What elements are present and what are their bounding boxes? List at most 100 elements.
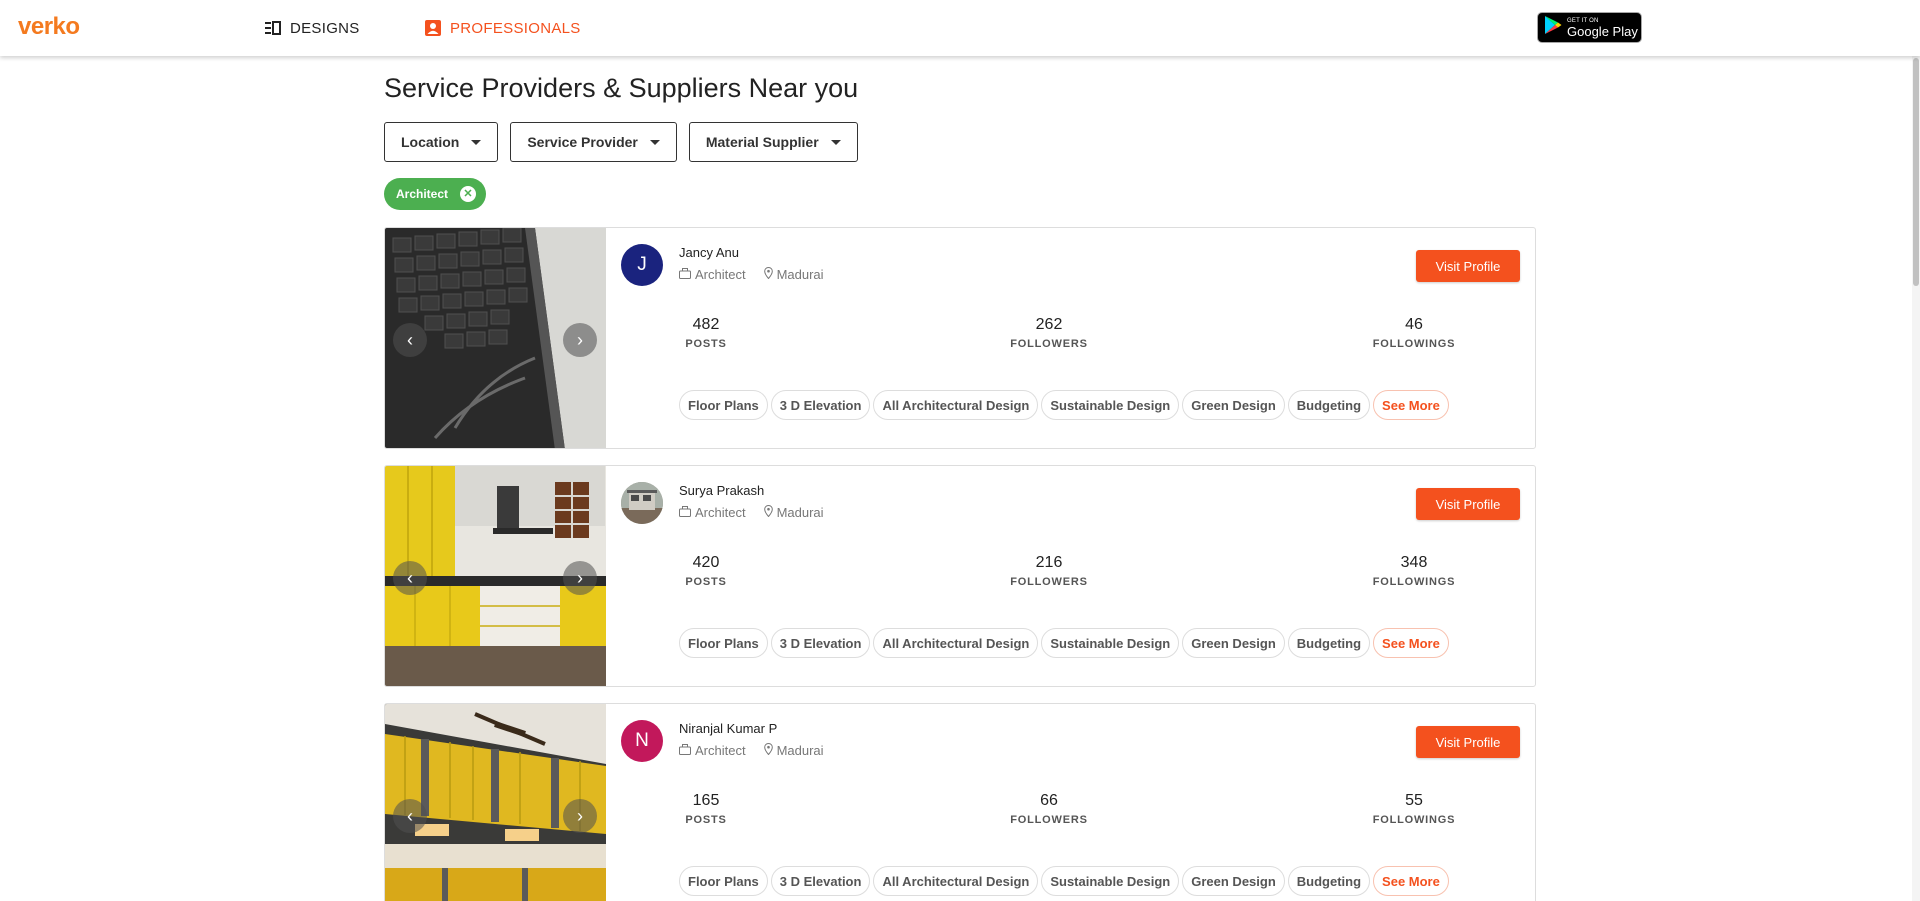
professionals-icon (424, 19, 442, 37)
professional-meta: Architect Madurai (679, 266, 824, 282)
carousel-next-button[interactable]: › (563, 799, 597, 833)
chevron-left-icon: ‹ (407, 567, 413, 588)
avatar[interactable] (621, 482, 663, 524)
followings-stat: 46 FOLLOWINGS (1354, 316, 1474, 350)
gplay-small-text: GET IT ON (1567, 17, 1599, 24)
professional-name: Jancy Anu (679, 245, 739, 260)
followers-label: FOLLOWERS (1010, 338, 1088, 350)
carousel-prev-button[interactable]: ‹ (393, 323, 427, 357)
followings-label: FOLLOWINGS (1372, 576, 1456, 588)
carousel-next-button[interactable]: › (563, 561, 597, 595)
service-provider-filter-label: Service Provider (527, 134, 638, 150)
professional-card: ‹ › N Niranjal Kumar P Architect Madurai… (384, 703, 1536, 901)
tag-all-architectural-design[interactable]: All Architectural Design (873, 628, 1039, 658)
filter-bar: Location Service Provider Material Suppl… (384, 122, 858, 162)
followers-count: 66 (1040, 792, 1058, 809)
tag-green-design[interactable]: Green Design (1182, 390, 1285, 420)
followings-label: FOLLOWINGS (1372, 814, 1456, 826)
professional-name: Surya Prakash (679, 483, 765, 498)
tag-green-design[interactable]: Green Design (1182, 628, 1285, 658)
nav-designs[interactable]: DESIGNS (264, 0, 360, 56)
caret-down-icon (471, 139, 482, 145)
avatar[interactable]: N (621, 720, 663, 762)
chevron-left-icon: ‹ (407, 329, 413, 350)
yellow-kitchen-photo: ‹ › (385, 466, 606, 686)
professional-meta: Architect Madurai (679, 504, 824, 520)
tag-3d-elevation[interactable]: 3 D Elevation (770, 390, 871, 420)
yellow-cabinet-photo: ‹ › (385, 704, 606, 901)
tag-sustainable-design[interactable]: Sustainable Design (1041, 628, 1180, 658)
nav-designs-label: DESIGNS (290, 19, 360, 37)
chip-label: Architect (396, 187, 449, 201)
visit-profile-button[interactable]: Visit Profile (1416, 250, 1520, 282)
service-provider-filter[interactable]: Service Provider (510, 122, 677, 162)
professional-role: Architect (695, 505, 746, 520)
followers-count: 216 (1035, 554, 1063, 571)
location-filter[interactable]: Location (384, 122, 499, 162)
designs-icon (264, 19, 282, 37)
tag-sustainable-design[interactable]: Sustainable Design (1041, 390, 1180, 420)
professional-card: ‹ › Surya Prakash Architect Madurai Visi… (384, 465, 1536, 687)
tag-green-design[interactable]: Green Design (1182, 866, 1285, 896)
carousel-prev-button[interactable]: ‹ (393, 561, 427, 595)
avatar[interactable]: J (621, 244, 663, 286)
posts-count: 420 (692, 554, 720, 571)
followers-label: FOLLOWERS (1010, 814, 1088, 826)
scrollbar-thumb[interactable] (1913, 58, 1919, 286)
visit-profile-button[interactable]: Visit Profile (1416, 726, 1520, 758)
followings-stat: 55 FOLLOWINGS (1354, 792, 1474, 826)
professional-role: Architect (695, 743, 746, 758)
tag-budgeting[interactable]: Budgeting (1287, 628, 1371, 658)
briefcase-icon (679, 505, 691, 520)
professional-location: Madurai (776, 505, 824, 520)
posts-count: 482 (692, 316, 720, 333)
chevron-left-icon: ‹ (407, 805, 413, 826)
location-filter-label: Location (401, 134, 460, 150)
tag-sustainable-design[interactable]: Sustainable Design (1041, 866, 1180, 896)
professional-meta: Architect Madurai (679, 742, 824, 758)
professional-location: Madurai (776, 267, 824, 282)
tag-budgeting[interactable]: Budgeting (1287, 866, 1371, 896)
location-pin-icon (763, 266, 773, 282)
professional-location: Madurai (776, 743, 824, 758)
nav-professionals-label: PROFESSIONALS (450, 19, 581, 37)
tag-floor-plans[interactable]: Floor Plans (679, 866, 768, 896)
tag-all-architectural-design[interactable]: All Architectural Design (873, 866, 1039, 896)
tag-floor-plans[interactable]: Floor Plans (679, 390, 768, 420)
chevron-right-icon: › (577, 329, 583, 350)
specialization-tags: Floor Plans 3 D Elevation All Architectu… (679, 866, 1449, 896)
posts-count: 165 (692, 792, 720, 809)
location-pin-icon (763, 504, 773, 520)
tag-3d-elevation[interactable]: 3 D Elevation (770, 866, 871, 896)
chip-remove-icon[interactable]: ✕ (460, 186, 477, 202)
see-more-button[interactable]: See More (1373, 628, 1449, 658)
posts-stat: 482 POSTS (646, 316, 766, 350)
material-supplier-filter[interactable]: Material Supplier (688, 122, 858, 162)
followers-stat: 262 FOLLOWERS (989, 316, 1109, 350)
professional-card: ‹ › J Jancy Anu Architect Madurai Visit … (384, 227, 1536, 449)
tag-all-architectural-design[interactable]: All Architectural Design (873, 390, 1039, 420)
google-play-badge[interactable]: GET IT ON Google Play (1537, 12, 1642, 43)
tag-floor-plans[interactable]: Floor Plans (679, 628, 768, 658)
visit-profile-button[interactable]: Visit Profile (1416, 488, 1520, 520)
tag-budgeting[interactable]: Budgeting (1287, 390, 1371, 420)
followers-stat: 216 FOLLOWERS (989, 554, 1109, 588)
tag-3d-elevation[interactable]: 3 D Elevation (770, 628, 871, 658)
material-supplier-filter-label: Material Supplier (705, 134, 819, 150)
see-more-button[interactable]: See More (1373, 390, 1449, 420)
carousel-prev-button[interactable]: ‹ (393, 799, 427, 833)
active-filter-chip: Architect ✕ (384, 178, 487, 210)
followings-count: 348 (1400, 554, 1428, 571)
posts-stat: 420 POSTS (646, 554, 766, 588)
followers-stat: 66 FOLLOWERS (989, 792, 1109, 826)
posts-stat: 165 POSTS (646, 792, 766, 826)
carousel-next-button[interactable]: › (563, 323, 597, 357)
followings-stat: 348 FOLLOWINGS (1354, 554, 1474, 588)
professional-name: Niranjal Kumar P (679, 721, 778, 736)
see-more-button[interactable]: See More (1373, 866, 1449, 896)
verko-logo[interactable]: verko (18, 13, 80, 41)
caret-down-icon (830, 139, 841, 145)
laptop-keyboard-photo: ‹ › (385, 228, 606, 448)
nav-professionals[interactable]: PROFESSIONALS (424, 0, 581, 56)
briefcase-icon (679, 267, 691, 282)
